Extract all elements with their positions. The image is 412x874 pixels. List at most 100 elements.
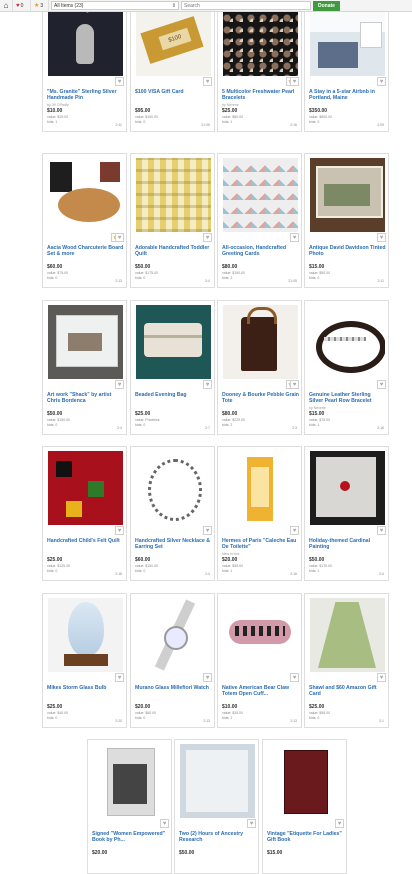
heart-icon[interactable]: ♥ [160,819,169,828]
item-title[interactable]: Two (2) Hours of Ancestry Research [179,831,256,843]
item-title[interactable]: Adorable Handcrafted Toddler Quilt [135,245,212,257]
item-image[interactable] [180,744,255,818]
item-card[interactable]: ♥ Hermes of Paris "Caleche Eau De Toilett… [217,446,302,581]
item-card[interactable]: ♥ Holiday-themed Cardinal Painting $50.00 v… [304,446,389,581]
item-title[interactable]: Aacia Wood Charcuterie Board Set & more [47,245,124,257]
item-card[interactable]: ♥ Handcrafted Child's Felt Quilt $25.00 val… [42,446,127,581]
heart-icon[interactable]: ♥ [377,526,386,535]
item-image[interactable]: $100 [136,2,211,76]
item-title[interactable]: Mikes Storm Glass Bulb [47,685,124,691]
item-card[interactable]: ♥ Adorable Handcrafted Toddler Quilt $50.0… [130,153,215,288]
heart-icon[interactable]: ♥ [203,233,212,242]
item-title[interactable]: Handcrafted Silver Necklace & Earring Se… [135,538,212,550]
item-card[interactable]: ♥ Native American Bear Claw Totem Open Cu… [217,593,302,728]
item-title[interactable]: Handcrafted Child's Felt Quilt [47,538,124,544]
item-card[interactable]: ♥ Handcrafted Silver Necklace & Earring S… [130,446,215,581]
heart-icon[interactable]: ♥ [115,77,124,86]
item-card[interactable]: ♥ Murano Glass Millefiori Watch $20.00 valu… [130,593,215,728]
heart-icon[interactable]: ♥ [290,233,299,242]
home-button[interactable]: ⌂ [0,0,13,12]
item-card[interactable]: ♥ Art work "Shack" by artist Chris Borden… [42,300,127,435]
heart-icon[interactable]: ♥ [115,380,124,389]
item-image[interactable] [310,451,385,525]
item-card[interactable]: ♥ Shawl and $60 Amazon Gift Card $25.00 val… [304,593,389,728]
item-card[interactable]: ♥ Mikes Storm Glass Bulb $25.00 value: $40.… [42,593,127,728]
item-image[interactable] [268,744,343,818]
item-image[interactable] [136,305,211,379]
item-card[interactable]: ♥ Vintage "Etiquette For Ladies" Gift Boo… [262,739,347,874]
item-image[interactable] [223,598,298,672]
heart-icon[interactable]: ♥ [247,819,256,828]
heart-icon[interactable]: ♥ [115,233,124,242]
item-image[interactable] [48,305,123,379]
item-image[interactable] [223,305,298,379]
favorites-button[interactable]: ♥ 0 [13,0,31,12]
item-title[interactable]: Dooney & Bourke Pebble Grain Tote [222,392,299,404]
watchlist-button[interactable]: ★ 3 [31,0,49,12]
heart-icon[interactable]: ♥ [290,77,299,86]
item-card[interactable]: ♥ All-occasion, Handcrafted Greeting Card… [217,153,302,288]
item-card[interactable]: ★♥Aacia Wood Charcuterie Board Set & mor… [42,153,127,288]
heart-icon[interactable]: ♥ [377,380,386,389]
item-card[interactable]: ♥ Two (2) Hours of Ancestry Research $50.0… [174,739,259,874]
item-value: value: $60.00 [135,711,157,715]
item-title[interactable]: A Stay in a 5-star Airbnb in Portland, M… [309,89,386,101]
donate-button[interactable]: Donate [313,0,340,11]
heart-icon[interactable]: ♥ [290,526,299,535]
search-input[interactable] [181,1,311,10]
item-card[interactable]: ♥ Genuine Leather Sterling Silver Pearl R… [304,300,389,435]
item-image[interactable] [48,451,123,525]
item-title[interactable]: Shawl and $60 Amazon Gift Card [309,685,386,697]
item-image[interactable] [310,2,385,76]
heart-icon[interactable]: ♥ [377,673,386,682]
item-title[interactable]: Genuine Leather Sterling Silver Pearl Ro… [309,392,386,404]
item-image[interactable] [223,158,298,232]
item-card[interactable]: Jill O'Reilly♥ "Ms. Granite" Sterling Sil… [42,0,127,132]
item-card[interactable]: $100 ♥ $100 VISA Gift Card $95.00 value: $10… [130,0,215,132]
item-image[interactable] [93,744,168,818]
heart-icon[interactable]: ♥ [377,233,386,242]
item-title[interactable]: $100 VISA Gift Card [135,89,212,95]
item-image[interactable] [136,451,211,525]
item-card[interactable]: ♥ Signed "Women Empowered" Book by Ph... $… [87,739,172,874]
item-title[interactable]: Signed "Women Empowered" Book by Ph... [92,831,169,843]
heart-icon[interactable]: ♥ [115,526,124,535]
heart-icon[interactable]: ♥ [335,819,344,828]
item-image[interactable] [136,598,211,672]
item-value: value: $800.00 [309,115,332,119]
heart-icon[interactable]: ♥ [290,380,299,389]
item-title[interactable]: Antique David Davidson Tinted Photo [309,245,386,257]
item-title[interactable]: Native American Bear Claw Totem Open Cuf… [222,685,299,697]
heart-icon[interactable]: ♥ [203,526,212,535]
heart-icon[interactable]: ♥ [290,673,299,682]
item-title[interactable]: Holiday-themed Cardinal Painting [309,538,386,550]
item-image[interactable] [310,598,385,672]
item-image[interactable] [223,2,298,76]
item-card[interactable]: ♥ Antique David Davidson Tinted Photo $15.… [304,153,389,288]
item-image[interactable] [48,158,123,232]
item-title[interactable]: "Ms. Granite" Sterling Silver Handmade P… [47,89,124,101]
item-title[interactable]: Vintage "Etiquette For Ladies" Gift Book [267,831,344,843]
item-card[interactable]: ★♥Dooney & Bourke Pebble Grain Tote$80.0… [217,300,302,435]
item-card[interactable]: ★♥5 Multicolor Freshwater Pearl Bracelet… [217,0,302,132]
heart-icon[interactable]: ♥ [377,77,386,86]
category-select[interactable]: All Items (23) ⇕ [51,1,179,10]
item-title[interactable]: Hermes of Paris "Caleche Eau De Toilette… [222,538,299,550]
heart-icon[interactable]: ♥ [203,77,212,86]
item-card[interactable]: ♥ Beaded Evening Bag $25.00 value: Priceles… [130,300,215,435]
item-image[interactable] [310,158,385,232]
item-title[interactable]: All-occasion, Handcrafted Greeting Cards [222,245,299,257]
item-image[interactable] [223,451,298,525]
item-title[interactable]: Murano Glass Millefiori Watch [135,685,212,691]
item-title[interactable]: Beaded Evening Bag [135,392,212,398]
item-title[interactable]: Art work "Shack" by artist Chris Bordenc… [47,392,124,404]
item-image[interactable] [136,158,211,232]
heart-icon[interactable]: ♥ [203,673,212,682]
item-image[interactable]: Jill O'Reilly [48,2,123,76]
item-title[interactable]: 5 Multicolor Freshwater Pearl Bracelets [222,89,299,101]
heart-icon[interactable]: ♥ [115,673,124,682]
item-card[interactable]: ♥ A Stay in a 5-star Airbnb in Portland, … [304,0,389,132]
item-image[interactable] [48,598,123,672]
item-image[interactable] [310,305,385,379]
heart-icon[interactable]: ♥ [203,380,212,389]
